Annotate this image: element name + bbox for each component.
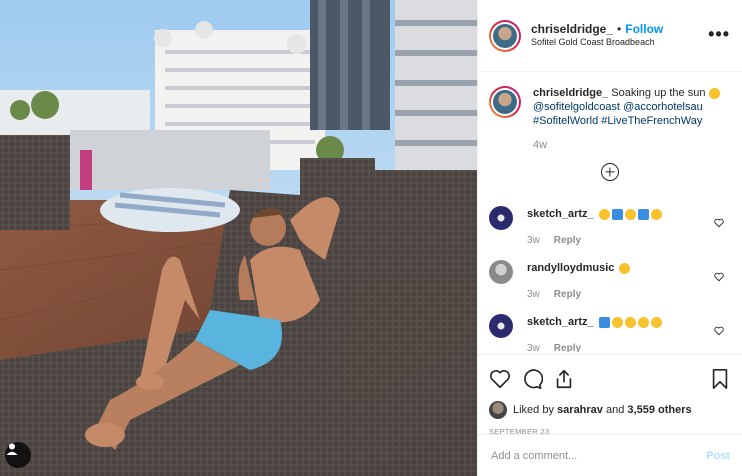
heart-icon[interactable]: [489, 368, 511, 390]
caption-avatar[interactable]: [489, 86, 521, 118]
emoji-icon: [598, 316, 610, 328]
emoji-icon: [611, 316, 623, 328]
emoji-icon: [650, 316, 662, 328]
liker-avatar[interactable]: [489, 401, 507, 419]
comment-input[interactable]: [491, 449, 707, 462]
emoji-icon: [611, 208, 623, 220]
like-comment-icon[interactable]: [714, 272, 724, 282]
post-photo[interactable]: [0, 0, 477, 476]
load-more-comments[interactable]: [489, 152, 730, 192]
commenter-username[interactable]: sketch_artz_: [527, 206, 594, 222]
emoji-icon: [619, 262, 631, 274]
comment-timestamp[interactable]: 3w: [527, 235, 540, 246]
post-caption: chriseldridge_ Soaking up the sun @sofit…: [489, 72, 730, 152]
comments-section: chriseldridge_ Soaking up the sun @sofit…: [478, 72, 742, 352]
like-comment-icon[interactable]: [714, 326, 724, 336]
hashtag-link[interactable]: #SofitelWorld: [533, 115, 598, 127]
post-header: chriseldridge_ • Follow Sofitel Gold Coa…: [478, 0, 742, 72]
author-username[interactable]: chriseldridge_: [531, 22, 613, 38]
follow-button[interactable]: Follow: [625, 22, 663, 38]
liker-username[interactable]: sarahrav: [557, 404, 603, 416]
comment-item: sketch_artz_ 3w Reply: [489, 202, 730, 246]
emoji-icon: [637, 208, 649, 220]
add-comment-bar: Post: [478, 434, 742, 476]
likes-prefix: Liked by: [513, 404, 554, 416]
share-icon[interactable]: [553, 368, 575, 390]
comment-icon[interactable]: [521, 368, 543, 390]
reply-button[interactable]: Reply: [554, 235, 581, 246]
more-options-icon[interactable]: •••: [708, 24, 730, 45]
comment-item: sketch_artz_ 3w Reply: [489, 310, 730, 352]
post-image: [0, 0, 477, 476]
comment-item: randylloydmusic 3w Reply: [489, 256, 730, 300]
author-avatar[interactable]: [489, 19, 521, 52]
emoji-icon: [624, 208, 636, 220]
comment-timestamp[interactable]: 3w: [527, 343, 540, 352]
post-actions: Liked by sarahrav and 3,559 others SEPTE…: [478, 354, 742, 436]
caption-username[interactable]: chriseldridge_: [533, 87, 608, 99]
separator-dot: •: [617, 21, 622, 36]
hashtag-link[interactable]: #LiveTheFrenchWay: [601, 115, 702, 127]
plus-circle-icon[interactable]: [600, 163, 619, 181]
reply-button[interactable]: Reply: [554, 343, 581, 352]
commenter-avatar[interactable]: [489, 314, 513, 338]
reply-button[interactable]: Reply: [554, 289, 581, 300]
likes-summary: Liked by sarahrav and 3,559 others: [489, 401, 730, 419]
emoji-icon: [624, 316, 636, 328]
emoji-icon: [637, 316, 649, 328]
comment-timestamp[interactable]: 3w: [527, 289, 540, 300]
location-link[interactable]: Sofitel Gold Coast Broadbeach: [531, 37, 663, 49]
commenter-avatar[interactable]: [489, 206, 513, 230]
post-comment-button[interactable]: Post: [706, 450, 730, 462]
caption-timestamp[interactable]: 4w: [533, 138, 723, 152]
emoji-icon: [650, 208, 662, 220]
likes-others-link[interactable]: 3,559 others: [627, 404, 691, 416]
commenter-username[interactable]: randylloydmusic: [527, 260, 614, 276]
likes-and: and: [605, 404, 625, 416]
user-tag-button[interactable]: [5, 442, 31, 468]
bookmark-icon[interactable]: [710, 368, 730, 390]
mention-link[interactable]: @accorhotelsau: [623, 101, 703, 113]
mention-link[interactable]: @sofitelgoldcoast: [533, 101, 620, 113]
caption-text: Soaking up the sun: [611, 87, 706, 99]
like-comment-icon[interactable]: [714, 218, 724, 228]
sun-emoji-icon: [708, 87, 720, 99]
emoji-icon: [598, 208, 610, 220]
post-details-panel: chriseldridge_ • Follow Sofitel Gold Coa…: [477, 0, 742, 476]
commenter-avatar[interactable]: [489, 260, 513, 284]
commenter-username[interactable]: sketch_artz_: [527, 314, 594, 330]
user-icon: [6, 443, 18, 455]
